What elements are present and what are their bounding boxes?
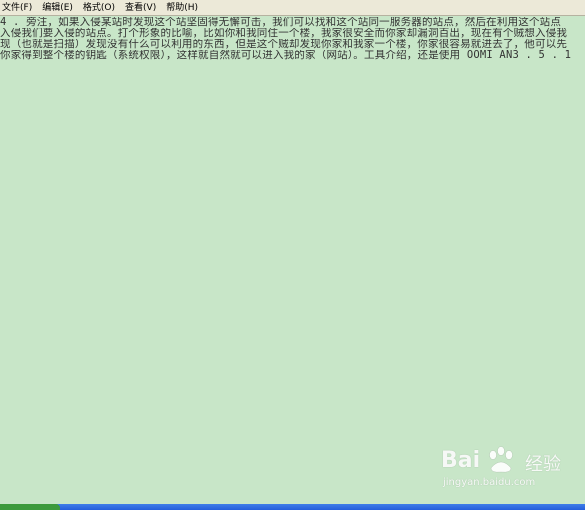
text-line: 你家得到整个楼的钥匙（系统权限），这样就自然就可以进入我的家（网站）。工具介绍，… xyxy=(0,50,572,61)
text-line: 现（也就是扫描）发现没有什么可以利用的东西，但是这个贼却发现你家和我家一个楼，你… xyxy=(0,39,568,50)
watermark-brand: Bai xyxy=(441,448,481,473)
menu-edit[interactable]: 编辑(E) xyxy=(40,0,81,16)
menu-bar: 文件(F) 编辑(E) 格式(O) 查看(V) 帮助(H) xyxy=(0,0,585,16)
watermark-jingyan: 经验 xyxy=(525,454,561,475)
paw-icon xyxy=(489,446,513,473)
menu-file[interactable]: 文件(F) xyxy=(0,0,40,16)
menu-format[interactable]: 格式(O) xyxy=(81,0,123,16)
text-line: 入侵我们要入侵的站点。打个形象的比喻，比如你和我同住一个楼，我家很安全而你家却漏… xyxy=(0,28,568,39)
text-line: 4 . 旁注，如果入侵某站时发现这个站坚固得无懈可击，我们可以找和这个站同一服务… xyxy=(0,17,562,28)
menu-help[interactable]: 帮助(H) xyxy=(164,0,206,16)
text-editor-area[interactable]: 4 . 旁注，如果入侵某站时发现这个站坚固得无懈可击，我们可以找和这个站同一服务… xyxy=(0,16,585,504)
taskbar xyxy=(0,504,585,510)
menu-view[interactable]: 查看(V) xyxy=(123,0,164,16)
baidu-jingyan-watermark: Bai 经验 jingyan.baidu.com xyxy=(441,444,571,494)
watermark-url: jingyan.baidu.com xyxy=(443,477,536,488)
start-button[interactable] xyxy=(0,504,60,510)
